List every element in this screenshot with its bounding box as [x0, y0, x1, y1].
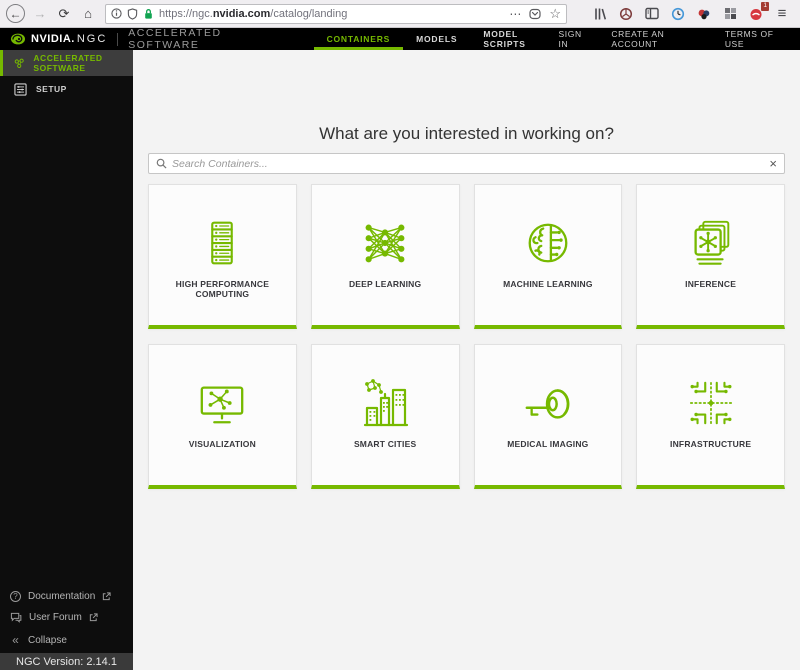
card-label: HIGH PERFORMANCE COMPUTING — [175, 279, 270, 299]
app-title: ACCELERATED SOFTWARE — [128, 27, 222, 51]
circuit-icon — [686, 375, 736, 431]
bookmark-star-icon[interactable]: ☆ — [549, 6, 561, 22]
card-label: DEEP LEARNING — [348, 279, 422, 289]
documentation-link[interactable]: ? Documentation — [10, 591, 133, 602]
nav-tab-models[interactable]: MODELS — [403, 28, 470, 50]
main-content: What are you interested in working on? ×… — [133, 50, 800, 670]
help-icon: ? — [10, 591, 21, 602]
collapse-label: Collapse — [28, 634, 67, 646]
clock-extension-icon[interactable] — [670, 6, 686, 22]
setup-icon — [14, 82, 27, 96]
header-divider — [117, 32, 119, 46]
back-button[interactable]: ← — [6, 4, 25, 23]
nvidia-brand[interactable]: NVIDIA. NGC — [10, 33, 107, 45]
multicolor-extension-icon[interactable] — [696, 6, 712, 22]
extension-ring-icon[interactable] — [618, 6, 634, 22]
external-link-icon — [103, 592, 111, 601]
nav-tab-model-scripts[interactable]: MODEL SCRIPTS — [470, 28, 558, 50]
forward-icon: → — [33, 6, 47, 21]
brain-icon — [523, 215, 573, 271]
hpc-server-icon — [199, 215, 245, 271]
url-text: https://ngc.nvidia.com/catalog/landing — [159, 7, 348, 20]
site-info-icon[interactable] — [111, 8, 122, 19]
card-deep-learning[interactable]: DEEP LEARNING — [310, 184, 460, 329]
sidebar-toggle-icon[interactable] — [644, 6, 660, 22]
nav-tab-containers[interactable]: CONTAINERS — [313, 28, 404, 50]
card-label: VISUALIZATION — [188, 439, 256, 449]
card-high-performance-computing[interactable]: HIGH PERFORMANCE COMPUTING — [148, 184, 297, 329]
user-forum-label: User Forum — [29, 612, 82, 623]
grid-extension-icon[interactable] — [722, 6, 738, 22]
clear-search-icon[interactable]: × — [769, 157, 777, 170]
home-icon: ⌂ — [84, 6, 92, 21]
molecule-icon — [14, 58, 24, 68]
collapse-icon: « — [12, 633, 19, 647]
header-nav: CONTAINERS MODELS MODEL SCRIPTS — [313, 28, 559, 50]
card-label: SMART CITIES — [353, 439, 417, 449]
inference-stack-icon — [686, 215, 736, 271]
back-icon: ← — [9, 6, 22, 21]
sidebar: ACCELERATED SOFTWARE SETUP ? Documentati… — [0, 50, 133, 670]
sidebar-item-setup[interactable]: SETUP — [0, 76, 133, 102]
card-label: INFRASTRUCTURE — [670, 439, 752, 449]
version-bar: NGC Version: 2.14.1 — [0, 653, 133, 670]
city-icon — [359, 375, 411, 431]
reload-icon: ⟳ — [58, 5, 70, 21]
card-infrastructure[interactable]: INFRASTRUCTURE — [636, 344, 785, 489]
browser-toolbar: ← → ⟳ ⌂ https://ngc.nvidia.com/catalog/l… — [0, 0, 800, 28]
terms-of-use-link[interactable]: TERMS OF USE — [725, 29, 790, 49]
extension-badge: 1 — [761, 1, 769, 11]
page-actions-icon[interactable]: ⋯ — [509, 7, 521, 21]
collapse-button[interactable]: « Collapse — [10, 633, 133, 647]
card-machine-learning[interactable]: MACHINE LEARNING — [473, 184, 623, 329]
mri-scanner-icon — [522, 375, 574, 431]
sidebar-item-label: SETUP — [36, 84, 67, 94]
category-grid: HIGH PERFORMANCE COMPUTING DEEP LEARNING… — [148, 184, 785, 489]
header-right-links: SIGN IN CREATE AN ACCOUNT TERMS OF USE — [559, 29, 791, 49]
external-link-icon — [89, 613, 98, 622]
sign-in-link[interactable]: SIGN IN — [559, 29, 592, 49]
app-header: NVIDIA. NGC ACCELERATED SOFTWARE CONTAINE… — [0, 27, 800, 51]
card-smart-cities[interactable]: SMART CITIES — [310, 344, 460, 489]
nvidia-eye-logo — [11, 33, 25, 45]
monitor-graph-icon — [196, 375, 248, 431]
forward-button[interactable]: → — [29, 3, 51, 25]
pocket-icon[interactable] — [529, 8, 541, 20]
ngc-version: NGC Version: 2.14.1 — [16, 655, 117, 668]
reload-button[interactable]: ⟳ — [53, 3, 75, 25]
documentation-label: Documentation — [28, 591, 96, 602]
card-label: MEDICAL IMAGING — [507, 439, 589, 449]
https-lock-icon[interactable] — [143, 8, 154, 20]
forum-icon — [10, 612, 22, 623]
sidebar-item-label: ACCELERATED SOFTWARE — [33, 53, 103, 73]
library-icon[interactable] — [592, 6, 608, 22]
tracking-shield-icon[interactable] — [127, 7, 138, 20]
home-button[interactable]: ⌂ — [77, 3, 99, 25]
sidebar-footer: ? Documentation User Forum « Collapse — [0, 581, 133, 653]
card-inference[interactable]: INFERENCE — [636, 184, 785, 329]
search-input[interactable] — [172, 157, 770, 170]
sidebar-item-accelerated-software[interactable]: ACCELERATED SOFTWARE — [0, 50, 133, 76]
search-box: × — [148, 153, 785, 174]
page-title: What are you interested in working on? — [319, 124, 614, 143]
create-account-link[interactable]: CREATE AN ACCOUNT — [611, 29, 704, 49]
url-bar[interactable]: https://ngc.nvidia.com/catalog/landing ⋯… — [105, 3, 567, 24]
card-medical-imaging[interactable]: MEDICAL IMAGING — [473, 344, 623, 489]
neural-network-icon — [360, 215, 410, 271]
badged-extension-icon[interactable]: 1 — [748, 1, 769, 22]
search-icon — [156, 158, 167, 169]
user-forum-link[interactable]: User Forum — [10, 612, 133, 623]
card-label: MACHINE LEARNING — [503, 279, 593, 289]
card-visualization[interactable]: VISUALIZATION — [148, 344, 297, 489]
brand-name: NVIDIA. NGC — [31, 33, 108, 45]
card-label: INFERENCE — [685, 279, 737, 289]
menu-icon[interactable]: ≡ — [774, 5, 790, 22]
